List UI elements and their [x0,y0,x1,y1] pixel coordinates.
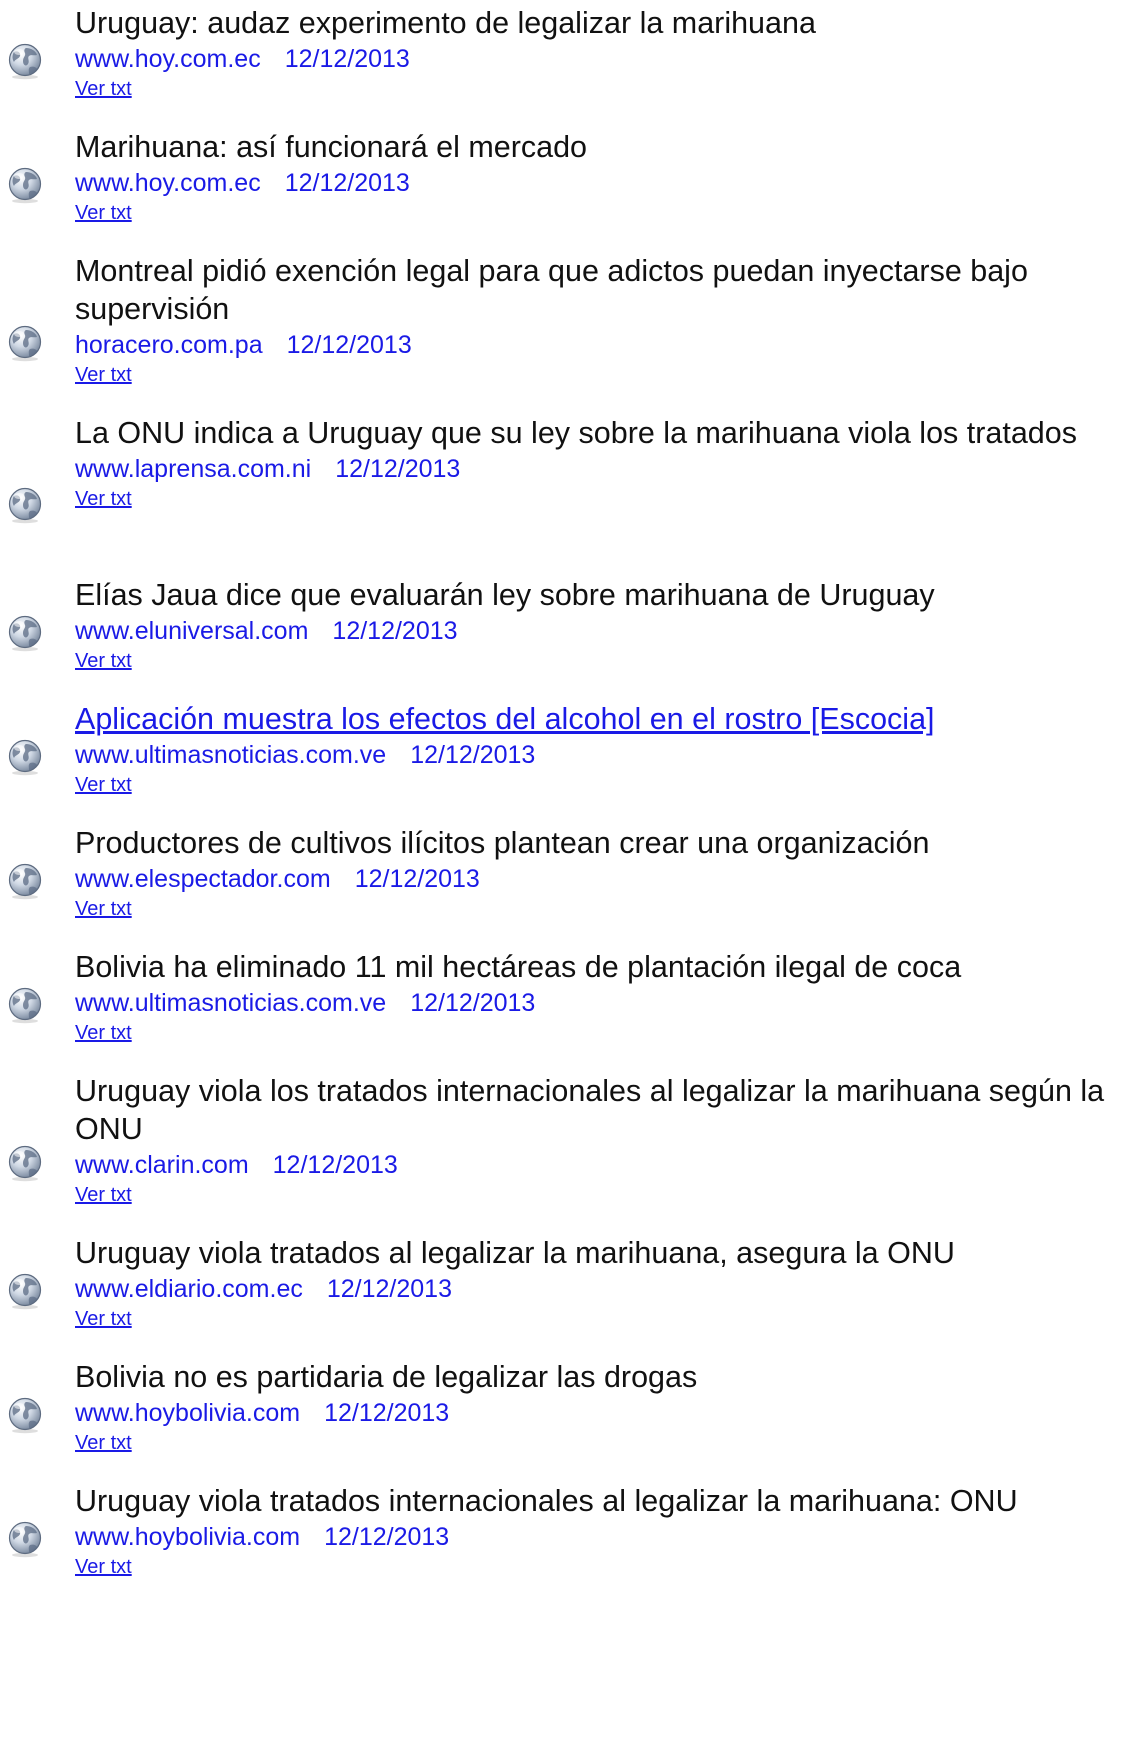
ver-txt-link[interactable]: Ver txt [75,486,132,512]
date: 12/12/2013 [324,1399,450,1427]
source-domain: www.ultimasnoticias.com.ve [75,989,387,1017]
source-line: www.clarin.com 12/12/2013 [75,1148,1125,1182]
source-line: www.hoybolivia.com 12/12/2013 [75,1520,1125,1554]
source-domain: www.laprensa.com.ni [75,455,312,483]
headline: Uruguay viola los tratados internacional… [75,1074,1105,1146]
source-line: www.laprensa.com.ni 12/12/2013 [75,452,1125,486]
globe-icon [6,1396,44,1434]
item-body: Uruguay viola tratados al legalizar la m… [75,1234,1125,1332]
date: 12/12/2013 [335,455,461,483]
date: 12/12/2013 [284,169,410,197]
source-line: www.ultimasnoticias.com.ve 12/12/2013 [75,986,1125,1020]
source-line: www.elespectador.com 12/12/2013 [75,862,1125,896]
date: 12/12/2013 [354,865,480,893]
source-line: www.eldiario.com.ec 12/12/2013 [75,1272,1125,1306]
ver-txt-link[interactable]: Ver txt [75,1306,132,1332]
item-body: Bolivia no es partidaria de legalizar la… [75,1358,1125,1456]
ver-txt-link[interactable]: Ver txt [75,200,132,226]
date: 12/12/2013 [326,1275,452,1303]
ver-txt-link[interactable]: Ver txt [75,362,132,388]
headline: Marihuana: así funcionará el mercado [75,130,588,164]
source-line: www.eluniversal.com 12/12/2013 [75,614,1125,648]
headline: La ONU indica a Uruguay que su ley sobre… [75,416,1077,450]
date: 12/12/2013 [284,45,410,73]
globe-icon [6,324,44,362]
ver-txt-link[interactable]: Ver txt [75,648,132,674]
headline: Bolivia no es partidaria de legalizar la… [75,1360,698,1394]
globe-icon [6,42,44,80]
headline: Elías Jaua dice que evaluarán ley sobre … [75,578,935,612]
headline-link[interactable]: Aplicación muestra los efectos del alcoh… [75,700,1125,738]
source-line: www.hoy.com.ec 12/12/2013 [75,166,1125,200]
ver-txt-link[interactable]: Ver txt [75,1554,132,1580]
item-body: Uruguay viola tratados internacionales a… [75,1482,1125,1580]
globe-icon [6,614,44,652]
source-line: www.hoybolivia.com 12/12/2013 [75,1396,1125,1430]
item-body: Aplicación muestra los efectos del alcoh… [75,700,1125,798]
source-line: horacero.com.pa 12/12/2013 [75,328,1125,362]
source-domain: www.hoy.com.ec [75,169,261,197]
headline: Uruguay viola tratados internacionales a… [75,1484,1018,1518]
source-domain: www.hoy.com.ec [75,45,261,73]
ver-txt-link[interactable]: Ver txt [75,1020,132,1046]
globe-icon [6,486,44,524]
headline: Uruguay viola tratados al legalizar la m… [75,1236,955,1270]
source-domain: www.eldiario.com.ec [75,1275,303,1303]
source-domain: horacero.com.pa [75,331,263,359]
item-body: Elías Jaua dice que evaluarán ley sobre … [75,576,1125,674]
date: 12/12/2013 [332,617,458,645]
ver-txt-link[interactable]: Ver txt [75,772,132,798]
date: 12/12/2013 [410,741,536,769]
headline: Montreal pidió exención legal para que a… [75,254,1028,326]
source-domain: www.hoybolivia.com [75,1399,301,1427]
headline: Bolivia ha eliminado 11 mil hectáreas de… [75,950,962,984]
source-line: www.ultimasnoticias.com.ve 12/12/2013 [75,738,1125,772]
source-domain: www.ultimasnoticias.com.ve [75,741,387,769]
ver-txt-link[interactable]: Ver txt [75,76,132,102]
item-body: Marihuana: así funcionará el mercado www… [75,128,1125,226]
globe-icon [6,862,44,900]
globe-icon [6,1144,44,1182]
globe-icon [6,166,44,204]
source-line: www.hoy.com.ec 12/12/2013 [75,42,1125,76]
headline: Productores de cultivos ilícitos plantea… [75,826,930,860]
headline: Uruguay: audaz experimento de legalizar … [75,6,816,40]
date: 12/12/2013 [286,331,412,359]
date: 12/12/2013 [324,1523,450,1551]
date: 12/12/2013 [272,1151,398,1179]
source-domain: www.elespectador.com [75,865,331,893]
globe-icon [6,986,44,1024]
source-domain: www.clarin.com [75,1151,249,1179]
item-body: Bolivia ha eliminado 11 mil hectáreas de… [75,948,1125,1046]
date: 12/12/2013 [410,989,536,1017]
source-domain: www.eluniversal.com [75,617,309,645]
source-domain: www.hoybolivia.com [75,1523,301,1551]
globe-icon [6,1520,44,1558]
ver-txt-link[interactable]: Ver txt [75,1430,132,1456]
item-body: La ONU indica a Uruguay que su ley sobre… [75,414,1125,512]
item-body: Montreal pidió exención legal para que a… [75,252,1125,388]
ver-txt-link[interactable]: Ver txt [75,896,132,922]
globe-icon [6,1272,44,1310]
globe-icon [6,738,44,776]
ver-txt-link[interactable]: Ver txt [75,1182,132,1208]
item-body: Productores de cultivos ilícitos plantea… [75,824,1125,922]
item-body: Uruguay viola los tratados internacional… [75,1072,1125,1208]
item-body: Uruguay: audaz experimento de legalizar … [75,4,1125,102]
